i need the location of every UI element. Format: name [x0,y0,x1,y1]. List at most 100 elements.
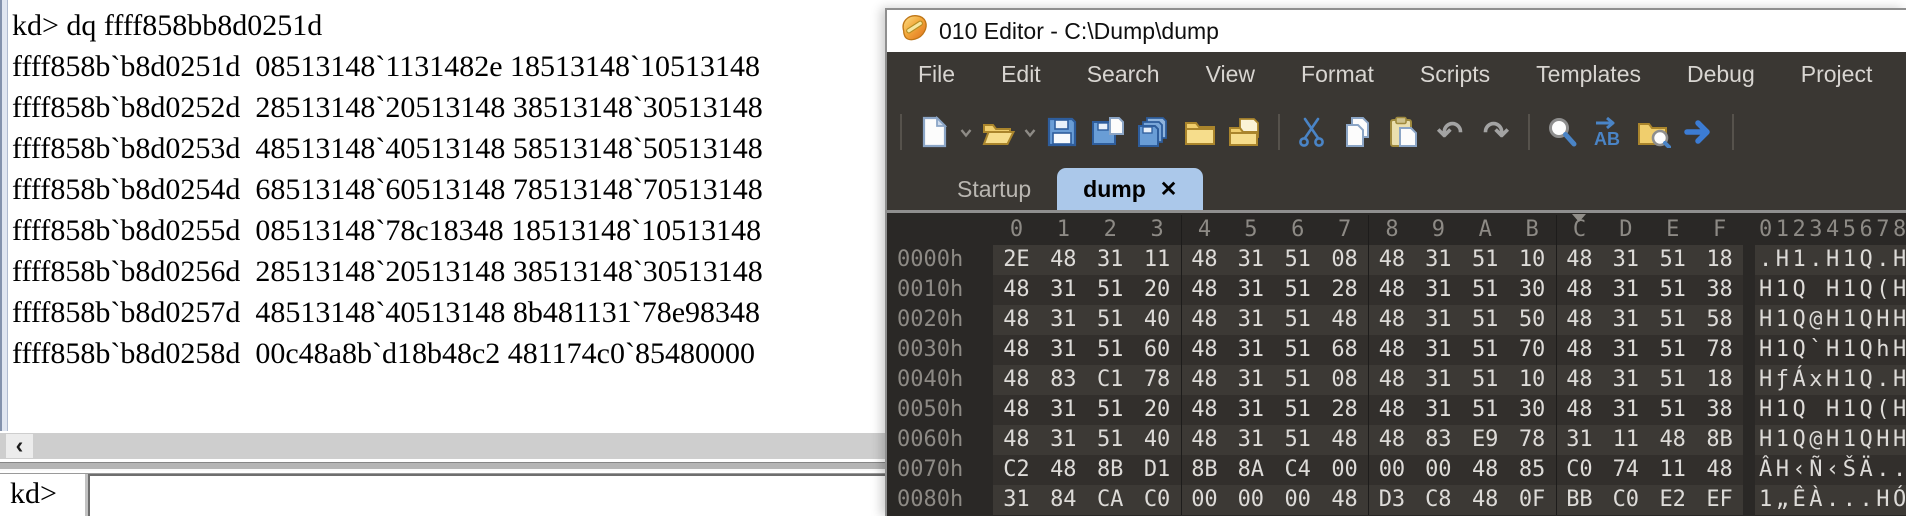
folder-copy-icon[interactable] [1223,109,1269,155]
hex-byte[interactable]: 48 [1368,275,1415,305]
hex-byte[interactable]: 30 [1509,275,1556,305]
hex-byte[interactable]: 28 [1321,275,1368,305]
hex-byte[interactable]: 00 [1274,485,1321,515]
hex-byte[interactable]: D1 [1134,455,1181,485]
hex-byte[interactable]: 83 [1040,365,1087,395]
hex-byte[interactable]: 00 [1321,455,1368,485]
hex-byte[interactable]: 51 [1649,305,1696,335]
hex-byte[interactable]: C0 [1602,485,1649,515]
hex-byte[interactable]: 38 [1696,395,1743,425]
hex-byte[interactable]: 20 [1134,275,1181,305]
chevron-down-icon[interactable] [1021,117,1039,147]
hex-byte[interactable]: 83 [1415,425,1462,455]
hex-byte[interactable]: C8 [1415,485,1462,515]
hex-byte[interactable]: 31 [1227,305,1274,335]
hex-byte[interactable]: 48 [1462,485,1509,515]
hex-byte[interactable]: 31 [1602,245,1649,275]
hex-byte[interactable]: 8B [1180,455,1228,485]
hex-byte[interactable]: 31 [1602,275,1649,305]
hex-byte[interactable]: 31 [1602,335,1649,365]
hex-byte[interactable]: 48 [1180,425,1228,455]
hex-byte[interactable]: 48 [1040,455,1087,485]
hex-byte[interactable]: 51 [1649,335,1696,365]
hex-byte[interactable]: 78 [1134,365,1181,395]
ascii-text[interactable]: H1Q H1Q(H [1755,275,1906,305]
hex-byte[interactable]: 38 [1696,275,1743,305]
hex-byte[interactable]: 58 [1696,305,1743,335]
hex-byte[interactable]: 31 [1040,335,1087,365]
hex-byte[interactable]: 2E [993,245,1040,275]
menu-format[interactable]: Format [1278,61,1397,88]
hex-byte[interactable]: 51 [1274,245,1321,275]
hex-byte[interactable]: 48 [993,275,1040,305]
hex-byte[interactable]: 51 [1649,245,1696,275]
hex-byte[interactable]: 51 [1274,395,1321,425]
hex-byte[interactable]: 48 [1368,335,1415,365]
save-icon[interactable] [1039,109,1085,155]
hex-byte[interactable]: C1 [1087,365,1134,395]
replace-icon[interactable]: AB [1585,109,1631,155]
hex-byte[interactable]: 48 [1180,275,1228,305]
hex-byte[interactable]: 48 [1368,305,1415,335]
hex-byte[interactable]: 48 [1368,365,1415,395]
hex-byte[interactable]: 48 [993,335,1040,365]
hex-byte[interactable]: C2 [993,455,1040,485]
hex-byte[interactable]: 8B [1696,425,1743,455]
hex-byte[interactable]: 31 [1602,305,1649,335]
hex-byte[interactable]: 48 [1321,425,1368,455]
hex-byte[interactable]: 30 [1509,395,1556,425]
hex-byte[interactable]: 48 [1368,395,1415,425]
hex-byte[interactable]: 78 [1696,335,1743,365]
hex-byte[interactable]: 50 [1509,305,1556,335]
hex-byte[interactable]: 48 [1555,305,1603,335]
hex-byte[interactable]: 51 [1649,275,1696,305]
ascii-text[interactable]: 1„ÊÀ...HÓ [1755,485,1906,515]
hex-byte[interactable]: 51 [1462,275,1509,305]
hex-byte[interactable]: 31 [1040,395,1087,425]
hex-byte[interactable]: 51 [1274,335,1321,365]
hex-view[interactable]: 0 1 2 3 4 5 6 7 8 9 A B C D E F 012345678 0000h 2E 48 31 11 48… [887,213,1906,516]
hex-byte[interactable]: BB [1555,485,1603,515]
hex-byte[interactable]: 51 [1462,305,1509,335]
hex-byte[interactable]: 00 [1227,485,1274,515]
hex-byte[interactable]: 08 [1321,245,1368,275]
hex-byte[interactable]: 18 [1696,245,1743,275]
hex-byte[interactable]: 48 [993,425,1040,455]
hex-byte[interactable]: 51 [1274,365,1321,395]
menu-search[interactable]: Search [1064,61,1183,88]
menu-project[interactable]: Project [1778,61,1896,88]
hex-byte[interactable]: 48 [1321,485,1368,515]
hex-byte[interactable]: 84 [1040,485,1087,515]
hex-byte[interactable]: 08 [1321,365,1368,395]
ascii-text[interactable]: ÂH‹Ñ‹ŠÄ.. [1755,455,1906,485]
hex-byte[interactable]: 00 [1368,455,1415,485]
tab-close-icon[interactable]: ✕ [1160,179,1178,200]
hex-byte[interactable]: 51 [1462,245,1509,275]
menu-file[interactable]: File [895,61,978,88]
undo-icon[interactable]: ↶ [1427,109,1473,155]
hex-byte[interactable]: C0 [1555,455,1603,485]
hex-byte[interactable]: 68 [1321,335,1368,365]
goto-icon[interactable] [1677,109,1723,155]
hex-byte[interactable]: 51 [1649,395,1696,425]
hex-byte[interactable]: 51 [1274,305,1321,335]
hex-byte[interactable]: 48 [993,395,1040,425]
hex-byte[interactable]: 8A [1227,455,1274,485]
hex-byte[interactable]: 31 [1415,245,1462,275]
menu-edit[interactable]: Edit [978,61,1064,88]
hex-byte[interactable]: 78 [1509,425,1556,455]
hex-byte[interactable]: 48 [1180,305,1228,335]
hex-byte[interactable]: 11 [1602,425,1649,455]
tab-startup[interactable]: Startup [931,168,1057,210]
tab-dump[interactable]: dump ✕ [1057,168,1204,210]
hex-byte[interactable]: 10 [1509,245,1556,275]
save-all-icon[interactable] [1131,109,1177,155]
hex-byte[interactable]: 48 [1555,395,1603,425]
hex-byte[interactable]: 48 [993,305,1040,335]
hex-byte[interactable]: 20 [1134,395,1181,425]
ascii-text[interactable]: HƒÁxH1Q.H [1755,365,1906,395]
hex-byte[interactable]: 51 [1462,365,1509,395]
new-file-icon[interactable] [911,109,957,155]
save-as-icon[interactable] [1085,109,1131,155]
hex-byte[interactable]: C0 [1134,485,1181,515]
